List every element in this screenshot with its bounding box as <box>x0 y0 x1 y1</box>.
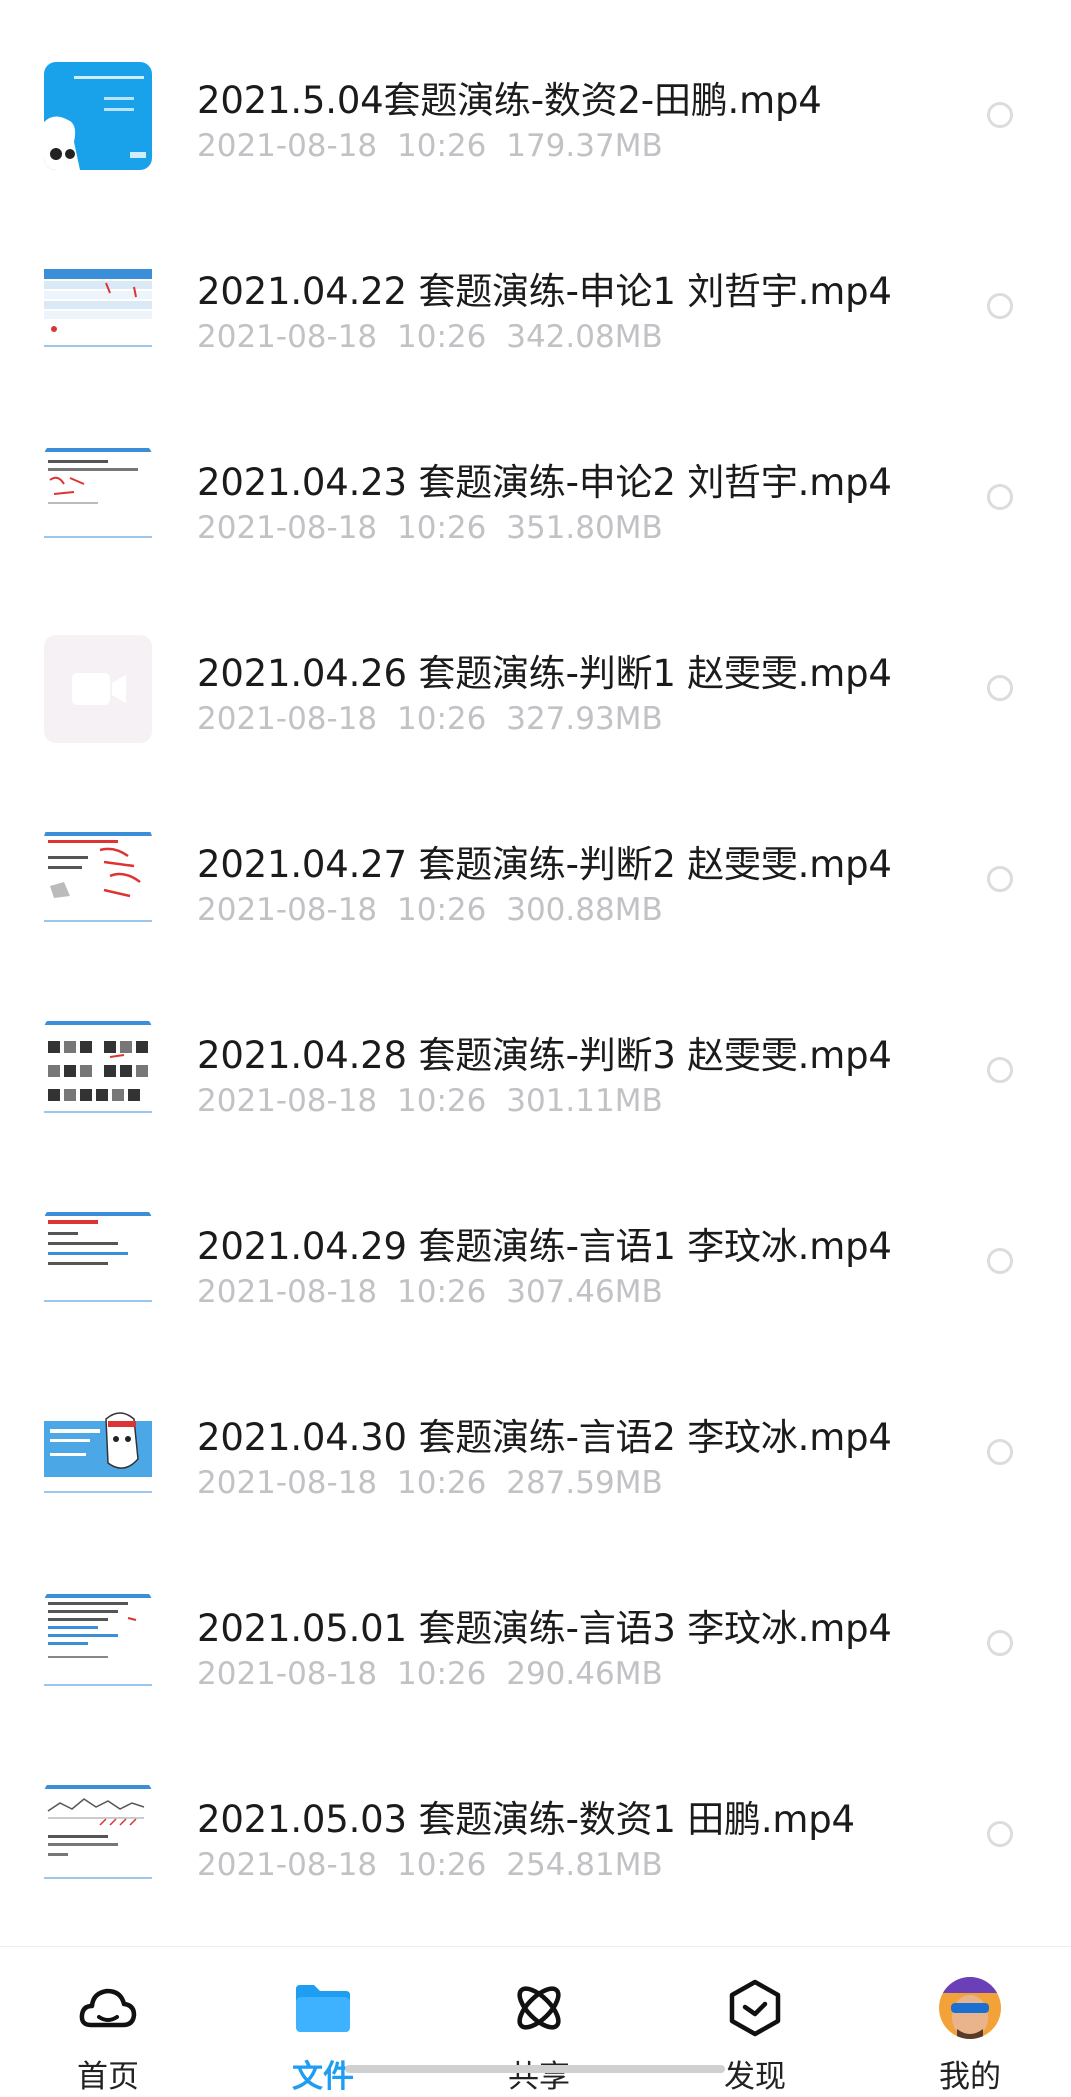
file-meta: 2021-08-18 10:26 307.46MB <box>197 1274 663 1310</box>
video-placeholder-icon <box>44 635 152 743</box>
file-row[interactable]: 2021.04.27 套题演练-判断2 赵雯雯.mp4 2021-08-18 1… <box>0 826 1071 1017</box>
file-name: 2021.05.03 套题演练-数资1 田鹏.mp4 <box>197 1798 855 1841</box>
tab-label: 首页 <box>77 2059 139 2095</box>
file-size: 351.80MB <box>506 510 663 546</box>
file-date: 2021-08-18 <box>197 1083 378 1119</box>
file-name: 2021.05.01 套题演练-言语3 李玟冰.mp4 <box>197 1607 892 1650</box>
tab-share[interactable]: 共享 <box>459 1947 619 2097</box>
video-thumbnail <box>44 1208 152 1316</box>
file-time: 10:26 <box>397 510 487 546</box>
file-time: 10:26 <box>397 1656 487 1692</box>
video-thumbnail <box>44 1781 152 1889</box>
select-checkbox[interactable] <box>987 102 1013 128</box>
cloud-icon <box>77 1977 139 2039</box>
folder-icon <box>292 1977 354 2039</box>
file-meta: 2021-08-18 10:26 300.88MB <box>197 892 663 928</box>
video-thumbnail <box>44 253 152 361</box>
video-thumbnail <box>44 62 152 170</box>
file-name: 2021.04.30 套题演练-言语2 李玟冰.mp4 <box>197 1416 892 1459</box>
file-date: 2021-08-18 <box>197 1656 378 1692</box>
select-checkbox[interactable] <box>987 1248 1013 1274</box>
file-time: 10:26 <box>397 319 487 355</box>
video-thumbnail <box>44 1590 152 1698</box>
tab-home[interactable]: 首页 <box>28 1947 188 2097</box>
share-atom-icon <box>508 1977 570 2039</box>
file-size: 301.11MB <box>506 1083 663 1119</box>
file-time: 10:26 <box>397 1847 487 1883</box>
file-meta: 2021-08-18 10:26 327.93MB <box>197 701 663 737</box>
tab-label: 发现 <box>724 2059 786 2095</box>
select-checkbox[interactable] <box>987 1057 1013 1083</box>
file-row[interactable]: 2021.05.03 套题演练-数资1 田鹏.mp4 2021-08-18 10… <box>0 1781 1071 1972</box>
file-time: 10:26 <box>397 128 487 164</box>
select-checkbox[interactable] <box>987 1821 1013 1847</box>
file-row[interactable]: 2021.04.26 套题演练-判断1 赵雯雯.mp4 2021-08-18 1… <box>0 635 1071 826</box>
file-meta: 2021-08-18 10:26 351.80MB <box>197 510 663 546</box>
select-checkbox[interactable] <box>987 1630 1013 1656</box>
file-date: 2021-08-18 <box>197 319 378 355</box>
tab-discover[interactable]: 发现 <box>675 1947 835 2097</box>
file-date: 2021-08-18 <box>197 1274 378 1310</box>
file-size: 290.46MB <box>506 1656 663 1692</box>
select-checkbox[interactable] <box>987 1439 1013 1465</box>
file-time: 10:26 <box>397 1465 487 1501</box>
file-row[interactable]: 2021.04.22 套题演练-申论1 刘哲宇.mp4 2021-08-18 1… <box>0 253 1071 444</box>
file-size: 300.88MB <box>506 892 663 928</box>
select-checkbox[interactable] <box>987 484 1013 510</box>
file-date: 2021-08-18 <box>197 701 378 737</box>
select-checkbox[interactable] <box>987 675 1013 701</box>
video-thumbnail <box>44 1017 152 1125</box>
file-meta: 2021-08-18 10:26 179.37MB <box>197 128 663 164</box>
bottom-tab-bar: 首页 文件 共享 发现 我的 <box>0 1946 1071 2097</box>
file-name: 2021.04.23 套题演练-申论2 刘哲宇.mp4 <box>197 461 892 504</box>
file-time: 10:26 <box>397 1083 487 1119</box>
file-date: 2021-08-18 <box>197 1465 378 1501</box>
file-row[interactable]: 2021.04.23 套题演练-申论2 刘哲宇.mp4 2021-08-18 1… <box>0 444 1071 635</box>
tab-me[interactable]: 我的 <box>890 1947 1050 2097</box>
file-row[interactable]: 2021.05.01 套题演练-言语3 李玟冰.mp4 2021-08-18 1… <box>0 1590 1071 1781</box>
avatar <box>939 1977 1001 2039</box>
file-size: 254.81MB <box>506 1847 663 1883</box>
file-size: 287.59MB <box>506 1465 663 1501</box>
file-name: 2021.5.04套题演练-数资2-田鹏.mp4 <box>197 79 822 122</box>
file-date: 2021-08-18 <box>197 892 378 928</box>
file-name: 2021.04.26 套题演练-判断1 赵雯雯.mp4 <box>197 652 892 695</box>
tab-label: 我的 <box>939 2059 1001 2095</box>
video-thumbnail <box>44 826 152 934</box>
file-size: 179.37MB <box>506 128 663 164</box>
file-row[interactable]: 2021.5.04套题演练-数资2-田鹏.mp4 2021-08-18 10:2… <box>0 62 1071 253</box>
file-meta: 2021-08-18 10:26 254.81MB <box>197 1847 663 1883</box>
file-name: 2021.04.28 套题演练-判断3 赵雯雯.mp4 <box>197 1034 892 1077</box>
file-name: 2021.04.22 套题演练-申论1 刘哲宇.mp4 <box>197 270 892 313</box>
file-meta: 2021-08-18 10:26 287.59MB <box>197 1465 663 1501</box>
file-row[interactable]: 2021.04.28 套题演练-判断3 赵雯雯.mp4 2021-08-18 1… <box>0 1017 1071 1208</box>
tab-label: 文件 <box>292 2059 354 2095</box>
file-meta: 2021-08-18 10:26 342.08MB <box>197 319 663 355</box>
file-date: 2021-08-18 <box>197 128 378 164</box>
video-thumbnail <box>44 444 152 552</box>
file-size: 307.46MB <box>506 1274 663 1310</box>
file-size: 327.93MB <box>506 701 663 737</box>
file-row[interactable]: 2021.04.30 套题演练-言语2 李玟冰.mp4 2021-08-18 1… <box>0 1399 1071 1590</box>
file-name: 2021.04.27 套题演练-判断2 赵雯雯.mp4 <box>197 843 892 886</box>
home-indicator[interactable] <box>345 2065 725 2073</box>
tab-label: 共享 <box>508 2059 570 2095</box>
file-meta: 2021-08-18 10:26 301.11MB <box>197 1083 663 1119</box>
file-row[interactable]: 2021.04.29 套题演练-言语1 李玟冰.mp4 2021-08-18 1… <box>0 1208 1071 1399</box>
file-date: 2021-08-18 <box>197 1847 378 1883</box>
file-date: 2021-08-18 <box>197 510 378 546</box>
file-name: 2021.04.29 套题演练-言语1 李玟冰.mp4 <box>197 1225 892 1268</box>
tab-files[interactable]: 文件 <box>243 1947 403 2097</box>
file-size: 342.08MB <box>506 319 663 355</box>
select-checkbox[interactable] <box>987 293 1013 319</box>
video-thumbnail <box>44 1399 152 1507</box>
file-time: 10:26 <box>397 1274 487 1310</box>
discover-hexagon-icon <box>724 1977 786 2039</box>
file-meta: 2021-08-18 10:26 290.46MB <box>197 1656 663 1692</box>
select-checkbox[interactable] <box>987 866 1013 892</box>
file-time: 10:26 <box>397 892 487 928</box>
file-time: 10:26 <box>397 701 487 737</box>
